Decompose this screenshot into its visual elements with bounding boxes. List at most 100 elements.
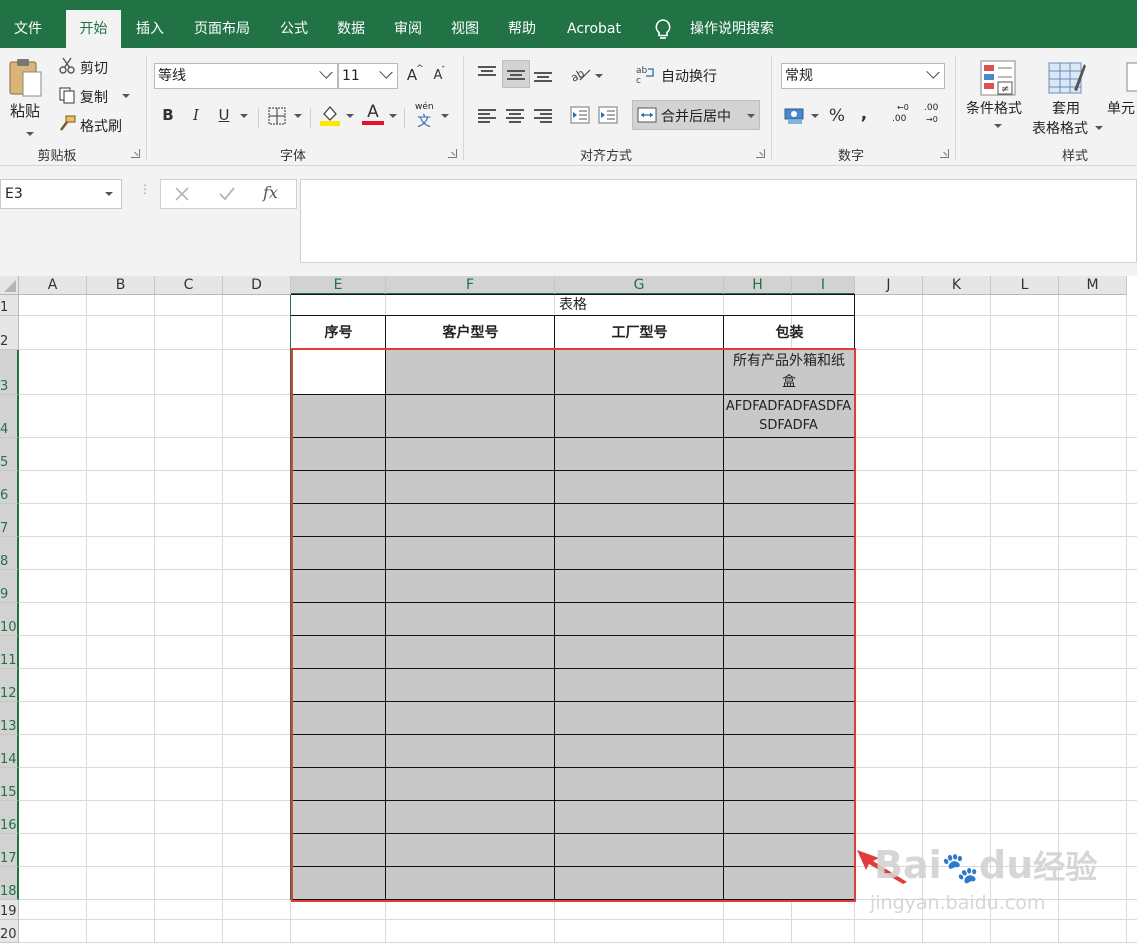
- tell-me-search[interactable]: 操作说明搜索: [680, 10, 784, 48]
- cancel-icon[interactable]: [175, 187, 189, 201]
- select-all-corner[interactable]: [0, 276, 19, 295]
- copy-button[interactable]: 复制: [58, 86, 138, 106]
- row-header-17[interactable]: 17: [0, 834, 19, 867]
- row-header-9[interactable]: 9: [0, 570, 19, 603]
- chevron-down-icon[interactable]: [294, 114, 302, 118]
- column-header-f[interactable]: F: [386, 276, 555, 295]
- chevron-down-icon[interactable]: [122, 94, 130, 98]
- conditional-formatting-button[interactable]: ≠ 条件格式: [964, 58, 1030, 138]
- tab-page-layout[interactable]: 页面布局: [182, 10, 262, 48]
- format-as-table-button[interactable]: 套用 表格格式: [1030, 58, 1104, 138]
- align-bottom-icon[interactable]: [534, 70, 552, 84]
- tab-view[interactable]: 视图: [441, 10, 489, 48]
- name-box[interactable]: E3: [0, 179, 122, 209]
- row-header-10[interactable]: 10: [0, 603, 19, 636]
- align-middle-button[interactable]: [502, 60, 530, 88]
- chevron-down-icon[interactable]: [811, 114, 819, 118]
- font-name-select[interactable]: 等线: [154, 63, 338, 89]
- column-header-h[interactable]: H: [724, 276, 792, 295]
- column-header-e[interactable]: E: [291, 276, 386, 295]
- column-header-a[interactable]: A: [19, 276, 87, 295]
- tab-insert[interactable]: 插入: [125, 10, 175, 48]
- tab-file[interactable]: 文件: [0, 10, 56, 48]
- row-header-16[interactable]: 16: [0, 801, 19, 834]
- cell-styles-button[interactable]: 单元: [1106, 58, 1137, 138]
- currency-icon[interactable]: [784, 106, 806, 126]
- bold-button[interactable]: B: [160, 106, 176, 124]
- column-header-b[interactable]: B: [87, 276, 155, 295]
- align-top-icon[interactable]: [478, 66, 496, 80]
- fill-color-icon[interactable]: [320, 104, 340, 126]
- increase-indent-icon[interactable]: [598, 106, 618, 124]
- phonetic-guide-button[interactable]: wén 文: [414, 102, 436, 130]
- column-header-l[interactable]: L: [991, 276, 1059, 295]
- borders-icon[interactable]: [268, 107, 286, 125]
- insert-function-icon[interactable]: fx: [263, 183, 278, 202]
- chevron-down-icon[interactable]: [441, 114, 449, 118]
- increase-decimal-button[interactable]: ←0 .00: [890, 103, 914, 128]
- chevron-down-icon[interactable]: [26, 132, 34, 136]
- italic-button[interactable]: I: [188, 106, 204, 124]
- row-header-15[interactable]: 15: [0, 768, 19, 801]
- row-header-11[interactable]: 11: [0, 636, 19, 669]
- decrease-decimal-button[interactable]: .00 →0: [920, 103, 944, 128]
- percent-button[interactable]: %: [828, 106, 846, 126]
- column-header-c[interactable]: C: [155, 276, 223, 295]
- drag-handle-icon[interactable]: ⋮: [139, 183, 151, 201]
- row-header-14[interactable]: 14: [0, 735, 19, 768]
- header-cell-seq[interactable]: 序号: [291, 316, 386, 350]
- column-header-m[interactable]: M: [1059, 276, 1127, 295]
- decrease-indent-icon[interactable]: [570, 106, 590, 124]
- row-header-19[interactable]: 19: [0, 900, 19, 920]
- align-right-icon[interactable]: [534, 109, 552, 123]
- header-cell-customer-model[interactable]: 客户型号: [386, 316, 555, 350]
- chevron-down-icon[interactable]: [240, 114, 248, 118]
- shrink-font-button[interactable]: Aˇ: [430, 66, 446, 83]
- tab-formulas[interactable]: 公式: [270, 10, 318, 48]
- orientation-icon[interactable]: ab: [568, 66, 592, 85]
- row-header-13[interactable]: 13: [0, 702, 19, 735]
- format-painter-button[interactable]: 格式刷: [58, 115, 138, 135]
- font-size-select[interactable]: 11: [338, 63, 398, 89]
- align-left-icon[interactable]: [478, 109, 496, 123]
- enter-check-icon[interactable]: [219, 187, 235, 201]
- header-cell-factory-model[interactable]: 工厂型号: [555, 316, 724, 350]
- tab-help[interactable]: 帮助: [498, 10, 546, 48]
- column-header-g[interactable]: G: [555, 276, 724, 295]
- underline-button[interactable]: U: [216, 106, 232, 124]
- row-header-8[interactable]: 8: [0, 537, 19, 570]
- tab-home[interactable]: 开始: [66, 10, 121, 48]
- wrap-text-button[interactable]: ab c 自动换行: [636, 64, 746, 86]
- chevron-down-icon[interactable]: [595, 74, 603, 78]
- cut-button[interactable]: 剪切: [58, 57, 138, 77]
- row-header-5[interactable]: 5: [0, 438, 19, 471]
- row-header-12[interactable]: 12: [0, 669, 19, 702]
- table-title[interactable]: 表格: [291, 295, 855, 315]
- font-color-button[interactable]: A: [362, 102, 384, 126]
- column-header-d[interactable]: D: [223, 276, 291, 295]
- column-header-i[interactable]: I: [792, 276, 855, 295]
- row-header-4[interactable]: 4: [0, 395, 19, 438]
- row-header-18[interactable]: 18: [0, 867, 19, 900]
- header-cell-packaging[interactable]: 包装: [724, 316, 855, 350]
- tab-review[interactable]: 审阅: [384, 10, 432, 48]
- column-header-j[interactable]: J: [855, 276, 923, 295]
- row-header-3[interactable]: 3: [0, 350, 19, 395]
- lightbulb-icon[interactable]: [652, 18, 674, 42]
- number-format-select[interactable]: 常规: [781, 63, 945, 89]
- tab-acrobat[interactable]: Acrobat: [556, 10, 632, 48]
- tab-data[interactable]: 数据: [327, 10, 375, 48]
- align-center-icon[interactable]: [506, 109, 524, 123]
- row-header-6[interactable]: 6: [0, 471, 19, 504]
- row-header-1[interactable]: 1: [0, 295, 19, 316]
- paste-button[interactable]: 粘贴: [6, 56, 46, 142]
- dialog-launcher-icon[interactable]: [131, 149, 140, 158]
- dialog-launcher-icon[interactable]: [940, 149, 949, 158]
- grow-font-button[interactable]: A ^: [404, 64, 424, 84]
- comma-style-button[interactable]: ,: [858, 104, 870, 124]
- merge-center-button[interactable]: 合并后居中: [632, 100, 760, 130]
- chevron-down-icon[interactable]: [346, 114, 354, 118]
- row-header-20[interactable]: 20: [0, 920, 19, 943]
- dialog-launcher-icon[interactable]: [756, 149, 765, 158]
- row-header-2[interactable]: 2: [0, 316, 19, 350]
